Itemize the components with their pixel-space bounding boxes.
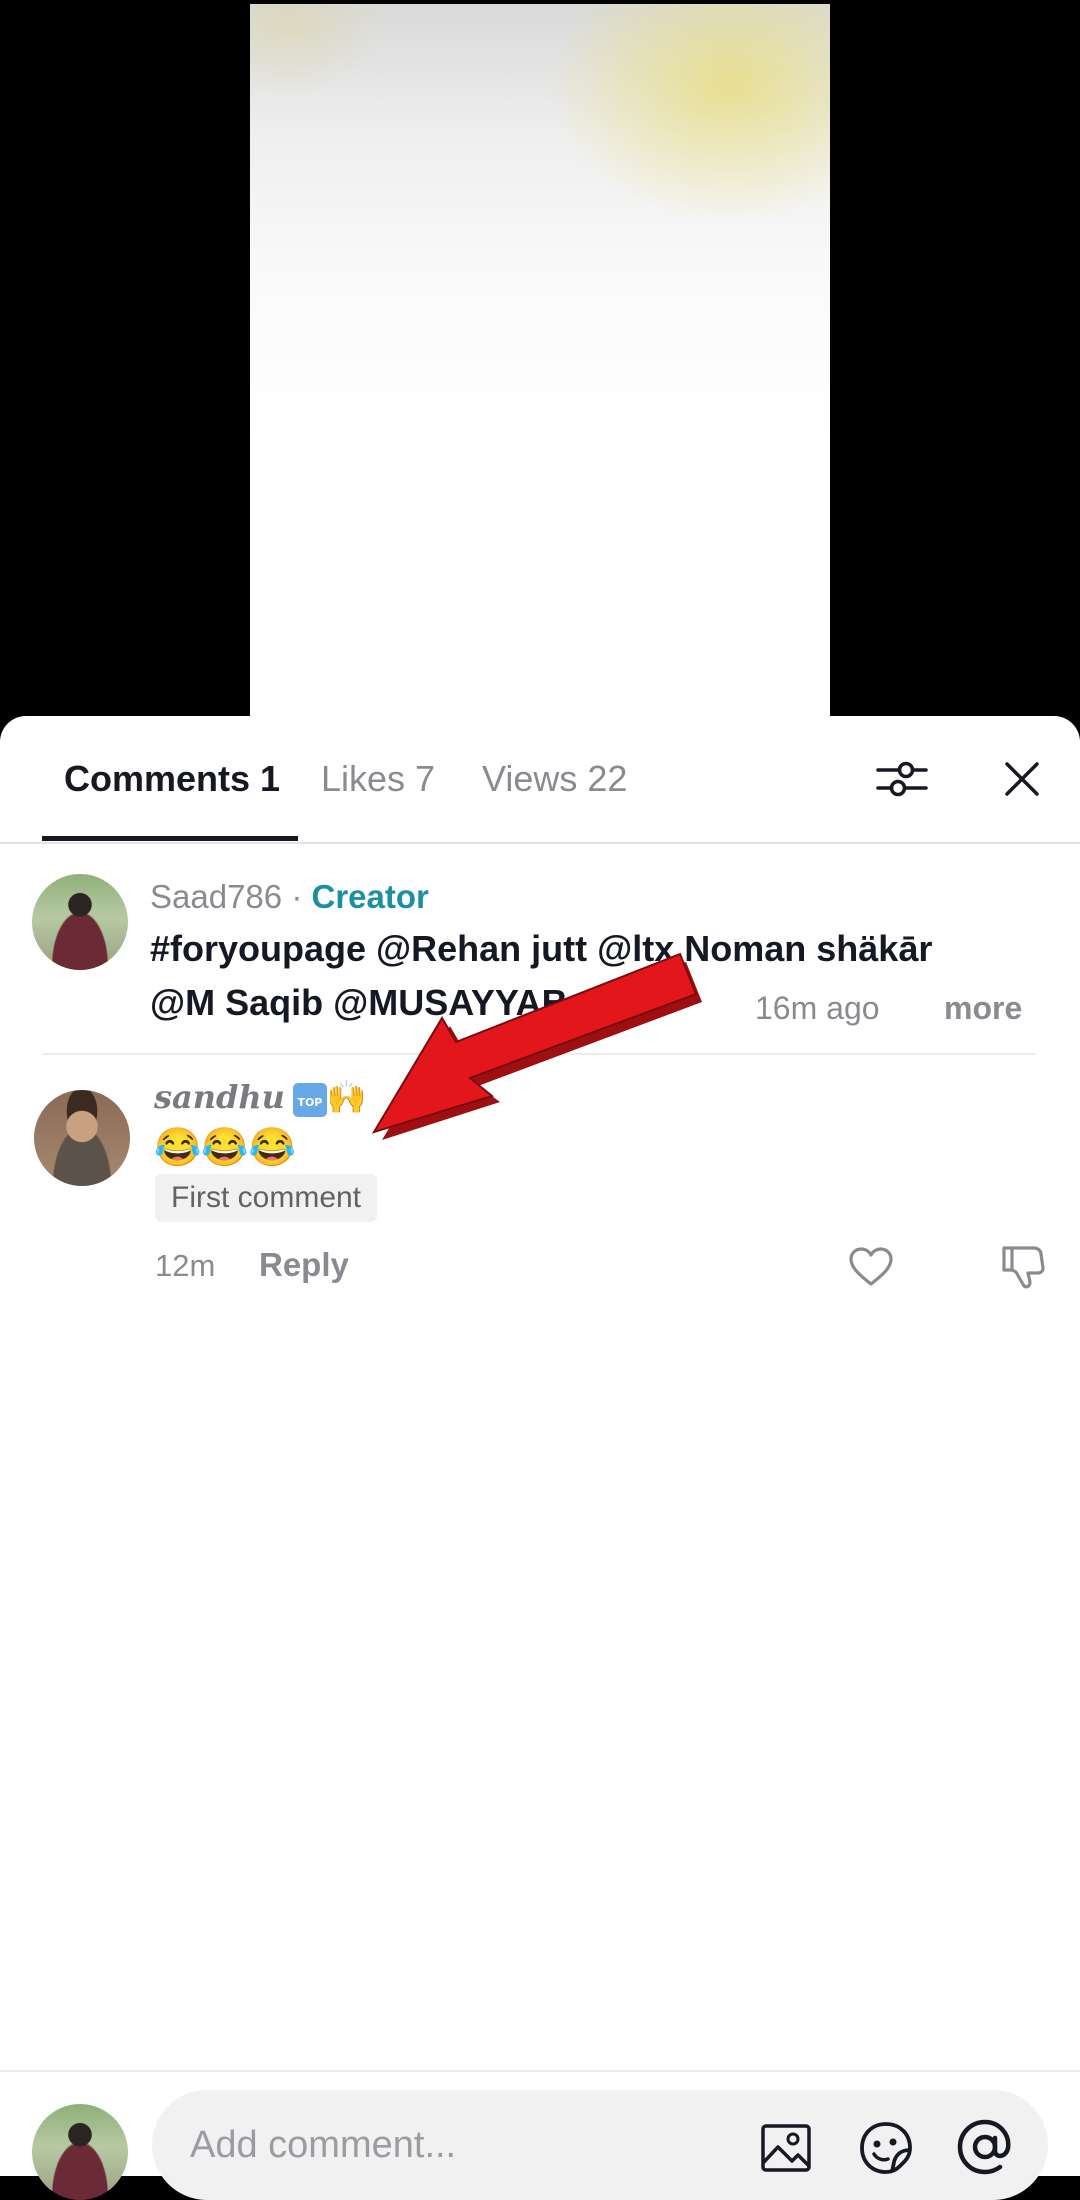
- comment-text: 😂😂😂: [154, 1127, 296, 1169]
- comments-sheet: Comments 1 Likes 7 Views 22 Saad786 · Cr…: [0, 716, 1080, 2200]
- image-icon: [761, 2124, 811, 2172]
- comment-input[interactable]: Add comment...: [152, 2090, 1048, 2200]
- tab-comments-label: Comments: [64, 758, 251, 799]
- close-button[interactable]: [998, 754, 1046, 804]
- filter-button[interactable]: [872, 754, 932, 804]
- at-sign-icon: [957, 2119, 1011, 2175]
- sliders-icon: [876, 761, 928, 797]
- close-icon: [1005, 762, 1039, 796]
- creator-username-row[interactable]: Saad786 · Creator: [150, 878, 429, 916]
- tab-likes[interactable]: Likes 7: [321, 758, 435, 800]
- tab-likes-label: Likes: [321, 758, 406, 799]
- video-preview[interactable]: [250, 4, 830, 744]
- heart-icon: [849, 1247, 893, 1286]
- like-button[interactable]: [846, 1242, 896, 1292]
- dislike-button[interactable]: [998, 1240, 1048, 1292]
- commenter-username: sandhu: [154, 1078, 285, 1116]
- reply-button[interactable]: Reply: [259, 1246, 349, 1284]
- tab-comments[interactable]: Comments 1: [64, 758, 280, 800]
- active-tab-indicator: [42, 836, 298, 841]
- emoji-button[interactable]: [856, 2118, 916, 2178]
- input-divider: [0, 2070, 1080, 2072]
- comment-time: 12m: [155, 1248, 216, 1283]
- creator-label: Creator: [311, 878, 429, 915]
- tab-likes-count: 7: [415, 758, 436, 799]
- top-badge-icon: TOP: [292, 1082, 327, 1117]
- name-separator: ·: [291, 878, 303, 915]
- tab-bar: Comments 1 Likes 7 Views 22: [0, 716, 1080, 844]
- image-button[interactable]: [758, 2120, 814, 2176]
- tab-views-label: Views: [482, 758, 578, 799]
- commenter-avatar[interactable]: [34, 1090, 130, 1186]
- commenter-username-row[interactable]: sandhu TOP 🙌: [154, 1078, 367, 1117]
- creator-avatar[interactable]: [32, 874, 128, 970]
- comment-input-placeholder: Add comment...: [190, 2124, 457, 2166]
- thumbs-down-icon: [1002, 1246, 1045, 1289]
- more-button[interactable]: more: [944, 990, 1022, 1027]
- creator-comment-time: 16m ago: [755, 990, 880, 1026]
- mention-button[interactable]: [954, 2116, 1016, 2178]
- tab-views[interactable]: Views 22: [482, 758, 627, 800]
- tab-views-count: 22: [587, 758, 628, 799]
- first-comment-tag: First comment: [155, 1174, 378, 1222]
- my-avatar: [32, 2104, 128, 2200]
- emoji-sticker-icon: [860, 2122, 912, 2174]
- tab-comments-count: 1: [260, 758, 281, 799]
- red-arrow-annotation: [371, 952, 702, 1140]
- creator-username: Saad786: [150, 878, 283, 915]
